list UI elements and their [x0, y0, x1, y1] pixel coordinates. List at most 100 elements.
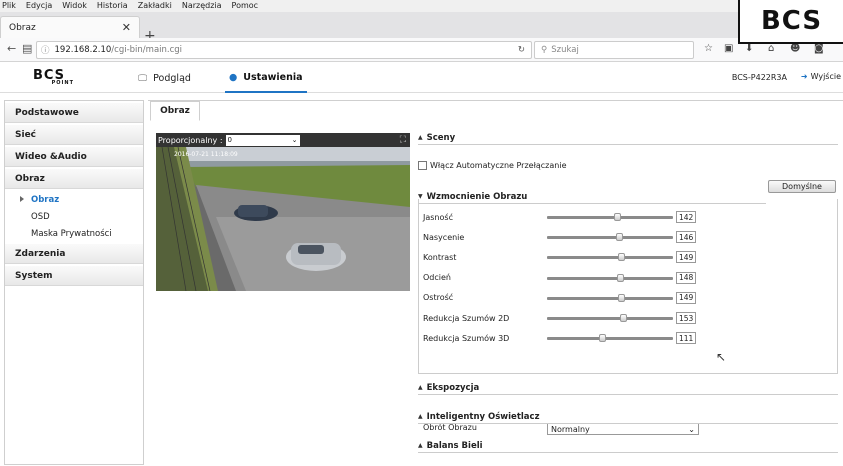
section-balans-bieli-title: Balans Bieli [426, 440, 483, 451]
slider-handle[interactable] [617, 293, 625, 302]
back-icon[interactable]: ← [7, 42, 16, 55]
slider-value-input[interactable]: 148 [676, 271, 696, 284]
home-icon[interactable]: ⌂ [768, 43, 774, 54]
slider-value-input[interactable]: 153 [676, 312, 696, 324]
chat-icon[interactable]: ☻ [790, 43, 800, 54]
logout-icon: ➜ [800, 72, 808, 81]
section-sceny-title: Sceny [426, 132, 456, 143]
sidebar-subitem-obraz[interactable]: Obraz [5, 191, 143, 208]
ratio-label: Proporcjonalny : [158, 135, 223, 145]
reload-icon[interactable]: ↻ [518, 45, 525, 55]
rotation-select[interactable]: Normalny ⌄ [547, 423, 699, 435]
url-path: /cgi-bin/main.cgi [111, 45, 183, 55]
slider-handle[interactable] [617, 273, 625, 282]
sidebar-subitem-maska[interactable]: Maska Prywatności [5, 225, 143, 242]
sidebar-item-podstawowe[interactable]: Podstawowe [5, 103, 143, 123]
slider-handle[interactable] [614, 213, 622, 221]
sidebar-item-wideo-audio[interactable]: Wideo &Audio [5, 147, 143, 167]
chevron-down-icon: ⌄ [688, 424, 695, 434]
menu-pomoc[interactable]: Pomoc [232, 0, 259, 12]
slider-label: Ostrość [423, 293, 454, 303]
sidebar-item-system[interactable]: System [5, 266, 143, 286]
mouse-cursor-icon: ↖ [716, 350, 727, 364]
app-header: BCS POINT 🖵 Podgląd ● Ustawienia BCS-P42… [0, 63, 843, 93]
slider-value-input[interactable]: 146 [676, 231, 696, 244]
slider-row: Redukcja Szumów 2D 153 [423, 312, 833, 324]
menu-narzedzia[interactable]: Narzędzia [182, 0, 222, 12]
device-model: BCS-P422R3A [731, 73, 787, 82]
ratio-select[interactable]: 0 ⌄ [225, 134, 300, 146]
rotation-value: Normalny [551, 424, 590, 434]
url-host: 192.168.2.10 [54, 45, 112, 55]
ratio-value: 0 [227, 136, 232, 144]
slider-track[interactable] [547, 273, 673, 282]
menu-zakladki[interactable]: Zakładki [138, 0, 172, 12]
sidebar-item-zdarzenia[interactable]: Zdarzenia [5, 244, 143, 264]
slider-value-input[interactable]: 142 [676, 211, 696, 223]
logout-label: Wyjście [810, 72, 841, 81]
slider-row: Kontrast 149 [423, 251, 833, 264]
info-icon[interactable]: ⓘ [41, 44, 50, 56]
menu-plik[interactable]: Plik [2, 0, 16, 12]
slider-label: Kontrast [423, 252, 457, 262]
close-tab-icon[interactable]: ✕ [122, 21, 131, 34]
default-button[interactable]: Domyślne [768, 180, 836, 193]
tab-podglad-label: Podgląd [153, 72, 191, 84]
auto-switch-checkbox[interactable] [418, 161, 427, 170]
slider-track[interactable] [547, 293, 673, 302]
auto-switch-checkbox-row[interactable]: Włącz Automatyczne Przełączanie [418, 161, 566, 170]
slider-value-input[interactable]: 149 [676, 251, 696, 264]
browser-navbar: ← ▤ ⓘ 192.168.2.10 /cgi-bin/main.cgi ↻ ⚲… [0, 38, 843, 62]
section-balans-bieli[interactable]: ▲ Balans Bieli [418, 439, 838, 453]
reader-icon[interactable]: ▤ [22, 42, 32, 55]
tab-obraz[interactable]: Obraz [150, 101, 200, 121]
monitor-icon: 🖵 [138, 72, 148, 84]
browser-tabstrip: Obraz ✕ + [0, 12, 843, 44]
logo-subtext: POINT [51, 80, 74, 86]
collapse-caret-icon: ▲ [418, 134, 423, 141]
tab-ustawienia[interactable]: ● Ustawienia [225, 63, 307, 93]
slider-value-input[interactable]: 149 [676, 291, 696, 304]
download-icon[interactable]: ⬇ [745, 43, 753, 54]
slider-track[interactable] [547, 213, 673, 221]
brand-watermark: BCS [738, 0, 843, 44]
slider-row: Ostrość 149 [423, 291, 833, 304]
section-sceny[interactable]: ▲ Sceny [418, 131, 838, 145]
slider-handle[interactable] [617, 253, 625, 262]
slider-track[interactable] [547, 253, 673, 262]
sidebar-item-obraz[interactable]: Obraz [5, 169, 143, 189]
settings-content: Obraz Proporcjonalny : 0 ⌄ ⛶ 2016-07-21 … [148, 100, 843, 465]
brand-watermark-text: BCS [760, 6, 823, 36]
slider-handle[interactable] [616, 233, 624, 242]
slider-track[interactable] [547, 334, 673, 343]
browser-tab[interactable]: Obraz ✕ [0, 16, 140, 38]
section-ekspozycja[interactable]: ▲ Ekspozycja [418, 381, 838, 395]
slider-track[interactable] [547, 314, 673, 322]
slider-value-input[interactable]: 111 [676, 332, 696, 345]
tab-title: Obraz [9, 22, 36, 33]
clipboard-icon[interactable]: ▣ [724, 43, 733, 54]
section-oswietlacz[interactable]: ▲ Inteligentny Oświetlacz [418, 410, 838, 424]
menu-widok[interactable]: Widok [62, 0, 87, 12]
expand-caret-icon: ▲ [418, 413, 423, 420]
search-input[interactable]: ⚲ Szukaj [534, 41, 694, 59]
slider-handle[interactable] [619, 314, 627, 322]
sidebar-item-siec[interactable]: Sieć [5, 125, 143, 145]
tab-podglad[interactable]: 🖵 Podgląd [138, 63, 191, 93]
bookmark-star-icon[interactable]: ☆ [704, 43, 713, 54]
expand-caret-icon: ▲ [418, 442, 423, 449]
sidebar-subitem-osd[interactable]: OSD [5, 208, 143, 225]
section-ekspozycja-title: Ekspozycja [426, 382, 480, 393]
slider-handle[interactable] [598, 334, 606, 343]
logout-button[interactable]: ➜ Wyjście [801, 72, 841, 81]
menu-edycja[interactable]: Edycja [26, 0, 52, 12]
search-placeholder: Szukaj [551, 45, 579, 55]
menu-historia[interactable]: Historia [97, 0, 128, 12]
browser-menubar: Plik Edycja Widok Historia Zakładki Narz… [0, 0, 843, 12]
slider-track[interactable] [547, 233, 673, 242]
fullscreen-icon[interactable]: ⛶ [400, 135, 406, 145]
tab-ustawienia-label: Ustawienia [243, 71, 303, 83]
enhancement-box: Jasność 142 Nasycenie 146 Kontrast 149 Odcień 1… [418, 199, 838, 435]
url-input[interactable]: ⓘ 192.168.2.10 /cgi-bin/main.cgi ↻ [36, 41, 532, 59]
pocket-icon[interactable]: ◙ [814, 43, 824, 54]
